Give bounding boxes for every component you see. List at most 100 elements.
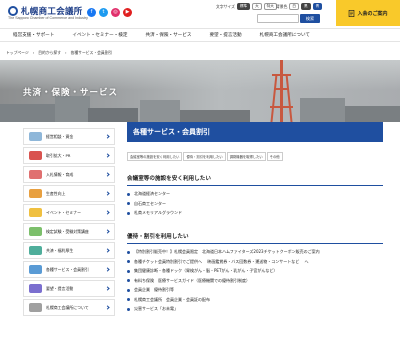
chevron-right-icon	[105, 229, 110, 234]
breadcrumb-home[interactable]: トップページ	[6, 50, 29, 56]
list-item-link[interactable]: 札商メモリアルグラウンド	[134, 210, 182, 216]
breadcrumb-purpose[interactable]: 目的から探す	[38, 50, 61, 56]
sidebar-item-productivity[interactable]: 生産性向上	[23, 185, 115, 202]
list-item-link[interactable]: 有料ち保険 医療サービスガイド（医療機関での優待割引制度）	[134, 278, 250, 284]
list-item[interactable]: 有料ち保険 医療サービスガイド（医療機関での優待割引制度）	[127, 278, 383, 284]
sidebar-item-welfare[interactable]: 共済・福利厚生	[23, 242, 115, 259]
sidebar-item-label: 札幌商工会議所について	[46, 304, 89, 310]
youtube-icon[interactable]: ▶	[123, 8, 132, 17]
search-input[interactable]	[257, 14, 299, 23]
bg-color-white[interactable]: 白	[289, 3, 299, 10]
breadcrumb: トップページ › 目的から探す › 各種サービス・会員割引	[6, 50, 112, 56]
bg-color-black[interactable]: 黒	[300, 3, 311, 10]
join-button[interactable]: 入会のご案内	[336, 0, 400, 26]
sidebar-item-label: イベント・セミナー	[46, 209, 82, 215]
font-size-normal[interactable]: 標準	[236, 3, 251, 10]
sns-links: f t ◎ ▶	[87, 8, 132, 17]
bg-color-label: 背景色	[276, 3, 288, 9]
facilities-list: 北海道経済センター 自石商工センター 札商メモリアルグラウンド	[127, 191, 383, 216]
nav-item-about[interactable]: 札幌商工会議所について	[251, 29, 319, 41]
event-icon	[29, 208, 42, 217]
document-icon	[349, 9, 355, 17]
section-heading-facilities: 会議室等の施設を安く利用したい	[127, 174, 383, 186]
list-item-link[interactable]: 会員企業 優待割引等	[134, 287, 174, 293]
list-item-link[interactable]: 災害サービス「お未電」	[134, 306, 178, 312]
list-item-link[interactable]: 【特別割引販売中！】札幌会員限定 北海道日本ハムファイターズ2023チケットクー…	[134, 249, 320, 255]
proposal-icon	[29, 284, 42, 293]
sidebar-item-label: 共済・福利厚生	[46, 247, 74, 253]
search-button[interactable]: 検索	[300, 14, 320, 23]
list-item-link[interactable]: 各種チケット会員特別割引でご提供へ 映画鑑賞券・バス回数券・運送物・コンサートな…	[134, 259, 309, 265]
bidding-icon	[29, 170, 42, 179]
list-item[interactable]: 【特別割引販売中！】札幌会員限定 北海道日本ハムファイターズ2023チケットクー…	[127, 249, 383, 255]
nav-item-events[interactable]: イベント・セミナー・検定	[63, 29, 136, 41]
facebook-icon[interactable]: f	[87, 8, 96, 17]
sidebar-item-label: 取引拡大・PR	[46, 152, 71, 158]
tab-equipment[interactable]: 調剤機器を取得したい	[226, 152, 266, 161]
sidebar-item-bidding[interactable]: 入札情報・育成	[23, 166, 115, 183]
sidebar-item-label: 入札情報・育成	[46, 171, 74, 177]
chevron-right-icon	[105, 248, 110, 253]
list-item[interactable]: 北海道経済センター	[127, 191, 383, 197]
sidebar-item-services[interactable]: 各種サービス・会員割引	[23, 261, 115, 278]
logo-subtitle: The Sapporo Chamber of Commerce and Indu…	[8, 16, 88, 20]
nav-item-proposals[interactable]: 要望・提言活動	[200, 29, 250, 41]
nav-item-business-support[interactable]: 経営支援・サポート	[4, 29, 63, 41]
font-size-xlarge[interactable]: 特大	[263, 3, 277, 10]
sidebar-item-trade[interactable]: 取引拡大・PR	[23, 147, 115, 164]
bullet-icon	[127, 250, 130, 254]
bullet-icon	[127, 279, 130, 282]
list-item[interactable]: 札商メモリアルグラウンド	[127, 210, 383, 216]
list-item[interactable]: 自石商工センター	[127, 201, 383, 207]
instagram-icon[interactable]: ◎	[111, 8, 120, 17]
list-item-link[interactable]: 自石商工センター	[134, 201, 166, 207]
list-item[interactable]: 会員企業 優待割引等	[127, 287, 383, 293]
list-item-link[interactable]: 北海道経済センター	[134, 191, 170, 197]
chevron-right-icon	[105, 172, 110, 177]
sidebar-item-events[interactable]: イベント・セミナー	[23, 204, 115, 221]
nav-item-services[interactable]: 共済・保険・サービス	[137, 29, 201, 41]
banner-title: 共済・保険・サービス	[23, 88, 119, 98]
list-item[interactable]: 災害サービス「お未電」	[127, 306, 383, 312]
tab-discounts[interactable]: 優待・割引を利用したい	[183, 152, 226, 161]
sidebar-item-exams[interactable]: 検定試験・受験対策講座	[23, 223, 115, 240]
sidebar-item-label: 要望・提言活動	[46, 285, 74, 291]
bullet-icon	[127, 288, 130, 292]
list-item[interactable]: 札幌商工会議所 会員企業・会員証の配布	[127, 297, 383, 303]
sidebar-item-label: 各種サービス・会員割引	[46, 266, 89, 272]
tab-facilities[interactable]: 会議室等の施設を安く利用したい	[127, 152, 183, 161]
about-icon	[29, 303, 42, 312]
bullet-icon	[127, 260, 130, 263]
list-item[interactable]: 集団健康診断・各種ドック（胃検がん・脳・PETがん・乳がん・子宮がんなど）	[127, 268, 383, 274]
bullet-icon	[127, 211, 130, 215]
sidebar-item-about[interactable]: 札幌商工会議所について	[23, 299, 115, 316]
consulting-icon	[29, 132, 42, 141]
twitter-icon[interactable]: t	[99, 8, 108, 17]
chevron-right-icon	[105, 267, 110, 272]
sidebar-item-label: 検定試験・受験対策講座	[46, 228, 89, 234]
logo-mark-icon	[8, 6, 18, 16]
discounts-list: 【特別割引販売中！】札幌会員限定 北海道日本ハムファイターズ2023チケットクー…	[127, 249, 383, 312]
chevron-right-icon	[105, 305, 110, 310]
bg-color-blue[interactable]: 青	[312, 3, 323, 10]
sidebar-item-label: 生産性向上	[46, 190, 66, 196]
font-size-control: 文字サイズ 標準 大 特大	[216, 3, 277, 10]
page-title: 各種サービス・会員割引	[127, 122, 383, 142]
list-item-link[interactable]: 集団健康診断・各種ドック（胃検がん・脳・PETがん・乳がん・子宮がんなど）	[134, 268, 277, 274]
welfare-icon	[29, 246, 42, 255]
tab-other[interactable]: その他	[266, 152, 283, 161]
main-content: 各種サービス・会員割引 会議室等の施設を安く利用したい 優待・割引を利用したい …	[127, 122, 383, 316]
trade-icon	[29, 151, 42, 160]
list-item-link[interactable]: 札幌商工会議所 会員企業・会員証の配布	[134, 297, 210, 303]
chevron-right-icon	[105, 210, 110, 215]
sidebar-item-proposals[interactable]: 要望・提言活動	[23, 280, 115, 297]
chevron-right-icon	[105, 191, 110, 196]
sidebar-item-consulting[interactable]: 経営相談・資金	[23, 128, 115, 145]
chevron-right-icon	[105, 286, 110, 291]
bullet-icon	[127, 192, 130, 196]
font-size-large[interactable]: 大	[252, 3, 262, 10]
anchor-tabs: 会議室等の施設を安く利用したい 優待・割引を利用したい 調剤機器を取得したい そ…	[127, 152, 383, 161]
chevron-right-icon	[105, 153, 110, 158]
global-nav: 経営支援・サポート イベント・セミナー・検定 共済・保険・サービス 要望・提言活…	[0, 28, 400, 42]
list-item[interactable]: 各種チケット会員特別割引でご提供へ 映画鑑賞券・バス回数券・運送物・コンサートな…	[127, 259, 383, 265]
